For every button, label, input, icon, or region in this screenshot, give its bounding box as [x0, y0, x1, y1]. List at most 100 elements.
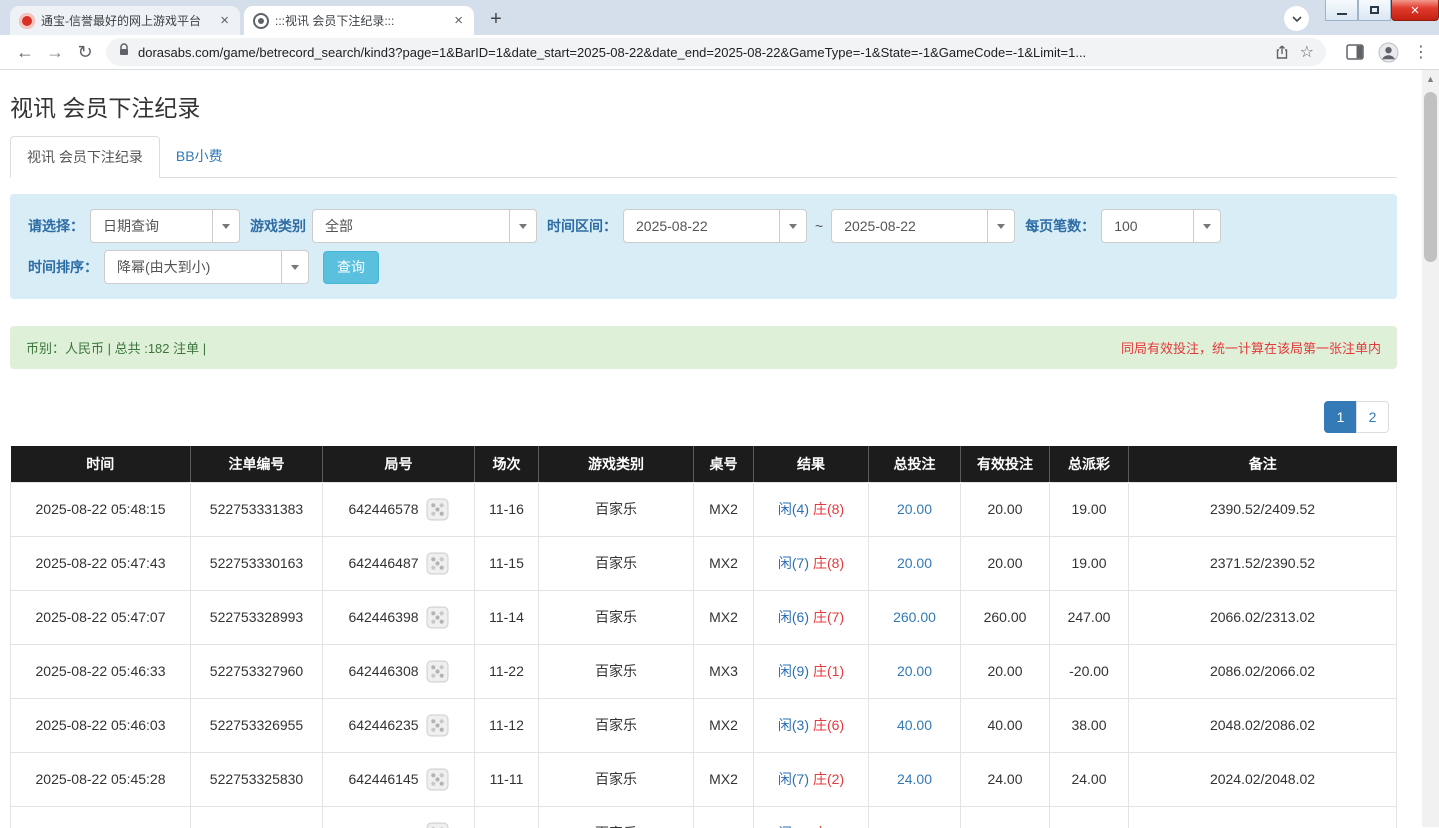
round-replay-icon[interactable]	[426, 822, 449, 828]
cell-note: 2371.52/2390.52	[1129, 536, 1397, 590]
chevron-down-icon[interactable]	[281, 251, 308, 283]
date-start-input[interactable]: 2025-08-22	[623, 209, 807, 243]
cell-valid-bet: 20.00	[961, 806, 1050, 828]
col-header-result: 结果	[754, 446, 869, 482]
total-bet-link[interactable]: 260.00	[893, 609, 936, 625]
pagination: 1 2	[10, 401, 1397, 433]
search-button[interactable]: 查询	[323, 251, 379, 284]
cell-result: 闲(6)庄(7)	[754, 590, 869, 644]
browser-menu-kebab-icon[interactable]: ⋮	[1413, 42, 1429, 62]
tab1-close-icon[interactable]: ×	[218, 13, 231, 28]
cell-total-bet: 40.00	[869, 698, 961, 752]
round-replay-icon[interactable]	[426, 606, 449, 629]
cell-session: 11-12	[475, 698, 539, 752]
result-player: 闲(6)	[778, 609, 809, 625]
cell-game-type: 百家乐	[539, 590, 694, 644]
share-icon[interactable]	[1274, 44, 1290, 60]
table-row: 2025-08-22 05:45:28 522753325830 6424461…	[11, 752, 1397, 806]
date-end-input[interactable]: 2025-08-22	[831, 209, 1015, 243]
tab-search-chevron-icon[interactable]	[1284, 6, 1309, 31]
profile-avatar[interactable]	[1378, 42, 1399, 63]
address-bar[interactable]: dorasabs.com/game/betrecord_search/kind3…	[106, 38, 1326, 66]
round-number: 642446235	[348, 717, 418, 733]
page-content: 视讯 会员下注纪录 视讯 会员下注纪录 BB小费 请选择： 日期查询 游戏类别 …	[0, 70, 1439, 827]
cell-note: 2066.02/2313.02	[1129, 590, 1397, 644]
cell-total-bet: 20.00	[869, 482, 961, 536]
table-row: 2025-08-22 05:47:43 522753330163 6424464…	[11, 536, 1397, 590]
filter-panel: 请选择： 日期查询 游戏类别 全部 时间区间： 2025-08-22 ~ 202	[10, 194, 1397, 299]
new-tab-button[interactable]: +	[482, 5, 510, 33]
cell-session: 11-11	[475, 752, 539, 806]
currency-total-text: 币别：人民币 | 总共 :182 注单 |	[26, 338, 206, 357]
col-header-table: 桌号	[694, 446, 754, 482]
cell-valid-bet: 260.00	[961, 590, 1050, 644]
cell-round: 642446578	[323, 482, 475, 536]
side-panel-icon[interactable]	[1346, 44, 1364, 60]
round-replay-icon[interactable]	[426, 768, 449, 791]
refresh-button[interactable]: ↻	[70, 42, 100, 63]
round-number: 642446145	[348, 771, 418, 787]
col-header-payout: 总派彩	[1050, 446, 1129, 482]
total-bet-link[interactable]: 20.00	[897, 555, 932, 571]
cell-bet-id: 522753330163	[191, 536, 323, 590]
result-player: 闲(7)	[778, 555, 809, 571]
cell-total-bet: 24.00	[869, 752, 961, 806]
cell-valid-bet: 24.00	[961, 752, 1050, 806]
chevron-down-icon[interactable]	[212, 210, 239, 242]
cell-table: MX2	[694, 806, 754, 828]
tab-bb-tip[interactable]: BB小费	[160, 136, 239, 178]
bookmark-star-icon[interactable]: ☆	[1300, 42, 1314, 62]
round-replay-icon[interactable]	[426, 660, 449, 683]
cell-time: 2025-08-22 05:47:43	[11, 536, 191, 590]
date-range-tilde: ~	[815, 218, 823, 234]
game-type-select[interactable]: 全部	[312, 209, 537, 243]
cell-note: 2390.52/2409.52	[1129, 482, 1397, 536]
scrollbar-thumb[interactable]	[1424, 92, 1437, 262]
total-bet-link[interactable]: 24.00	[897, 771, 932, 787]
query-type-select[interactable]: 日期查询	[90, 209, 240, 243]
pagination-page-1[interactable]: 1	[1324, 401, 1357, 433]
total-bet-link[interactable]: 20.00	[897, 501, 932, 517]
cell-table: MX2	[694, 536, 754, 590]
window-minimize-button[interactable]	[1325, 0, 1358, 21]
cell-bet-id: 522753326955	[191, 698, 323, 752]
page-scrollbar[interactable]: ▲	[1422, 70, 1439, 827]
cell-payout: 19.00	[1050, 536, 1129, 590]
cell-table: MX2	[694, 698, 754, 752]
total-bet-link[interactable]: 20.00	[897, 663, 932, 679]
pagination-page-2[interactable]: 2	[1356, 401, 1389, 433]
col-header-total-bet: 总投注	[869, 446, 961, 482]
chevron-down-icon[interactable]	[779, 210, 806, 242]
total-bet-link[interactable]: 40.00	[897, 717, 932, 733]
tab2-close-icon[interactable]: ×	[452, 13, 465, 28]
cell-time: 2025-08-22 05:48:15	[11, 482, 191, 536]
tab-bet-records[interactable]: 视讯 会员下注纪录	[10, 136, 160, 178]
bet-table-body: 2025-08-22 05:48:15 522753331383 6424465…	[11, 482, 1397, 828]
result-banker: 庄(2)	[813, 771, 844, 787]
cell-time: 2025-08-22 05:45:28	[11, 752, 191, 806]
chevron-down-icon[interactable]	[1193, 210, 1220, 242]
round-replay-icon[interactable]	[426, 714, 449, 737]
per-page-select[interactable]: 100	[1101, 209, 1221, 243]
cell-total-bet: 20.00	[869, 536, 961, 590]
browser-tab-1[interactable]: 通宝-信誉最好的网上游戏平台 ×	[10, 6, 240, 35]
browser-tab-2[interactable]: :::视讯 会员下注纪录::: ×	[244, 6, 474, 35]
window-maximize-button[interactable]	[1358, 0, 1391, 21]
table-row: 2025-08-22 05:46:03 522753326955 6424462…	[11, 698, 1397, 752]
table-row: 2025-08-22 05:46:33 522753327960 6424463…	[11, 644, 1397, 698]
round-replay-icon[interactable]	[426, 498, 449, 521]
chevron-down-icon[interactable]	[509, 210, 536, 242]
forward-button[interactable]: →	[40, 42, 70, 63]
scrollbar-up-arrow-icon[interactable]: ▲	[1422, 70, 1439, 87]
date-range-label: 时间区间：	[547, 216, 617, 236]
cell-total-bet: 260.00	[869, 590, 961, 644]
cell-table: MX2	[694, 482, 754, 536]
sort-order-select[interactable]: 降幂(由大到小)	[104, 250, 309, 284]
window-close-button[interactable]: ×	[1391, 0, 1439, 21]
chevron-down-icon[interactable]	[987, 210, 1014, 242]
tab2-favicon-icon	[253, 13, 269, 29]
cell-valid-bet: 20.00	[961, 482, 1050, 536]
round-number: 642446398	[348, 609, 418, 625]
round-replay-icon[interactable]	[426, 552, 449, 575]
back-button[interactable]: ←	[10, 42, 40, 63]
